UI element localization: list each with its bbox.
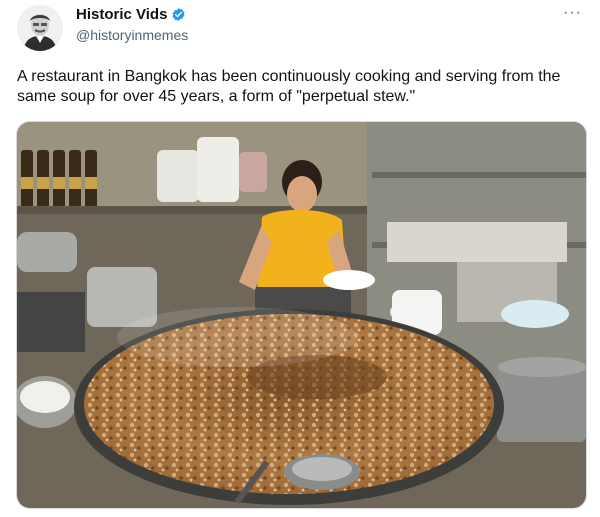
tweet-photo[interactable] <box>16 121 587 509</box>
author-name-row: Historic Vids <box>76 6 186 23</box>
more-options-icon[interactable]: ··· <box>563 4 582 22</box>
tweet-text: A restaurant in Bangkok has been continu… <box>17 68 561 105</box>
avatar[interactable] <box>17 5 63 51</box>
handle[interactable]: @historyinmemes <box>76 27 188 43</box>
display-name[interactable]: Historic Vids <box>76 6 167 23</box>
verified-badge-icon <box>172 7 185 22</box>
perpetual-stew-photo-image <box>17 122 586 508</box>
avatar-portrait-image <box>17 5 63 51</box>
